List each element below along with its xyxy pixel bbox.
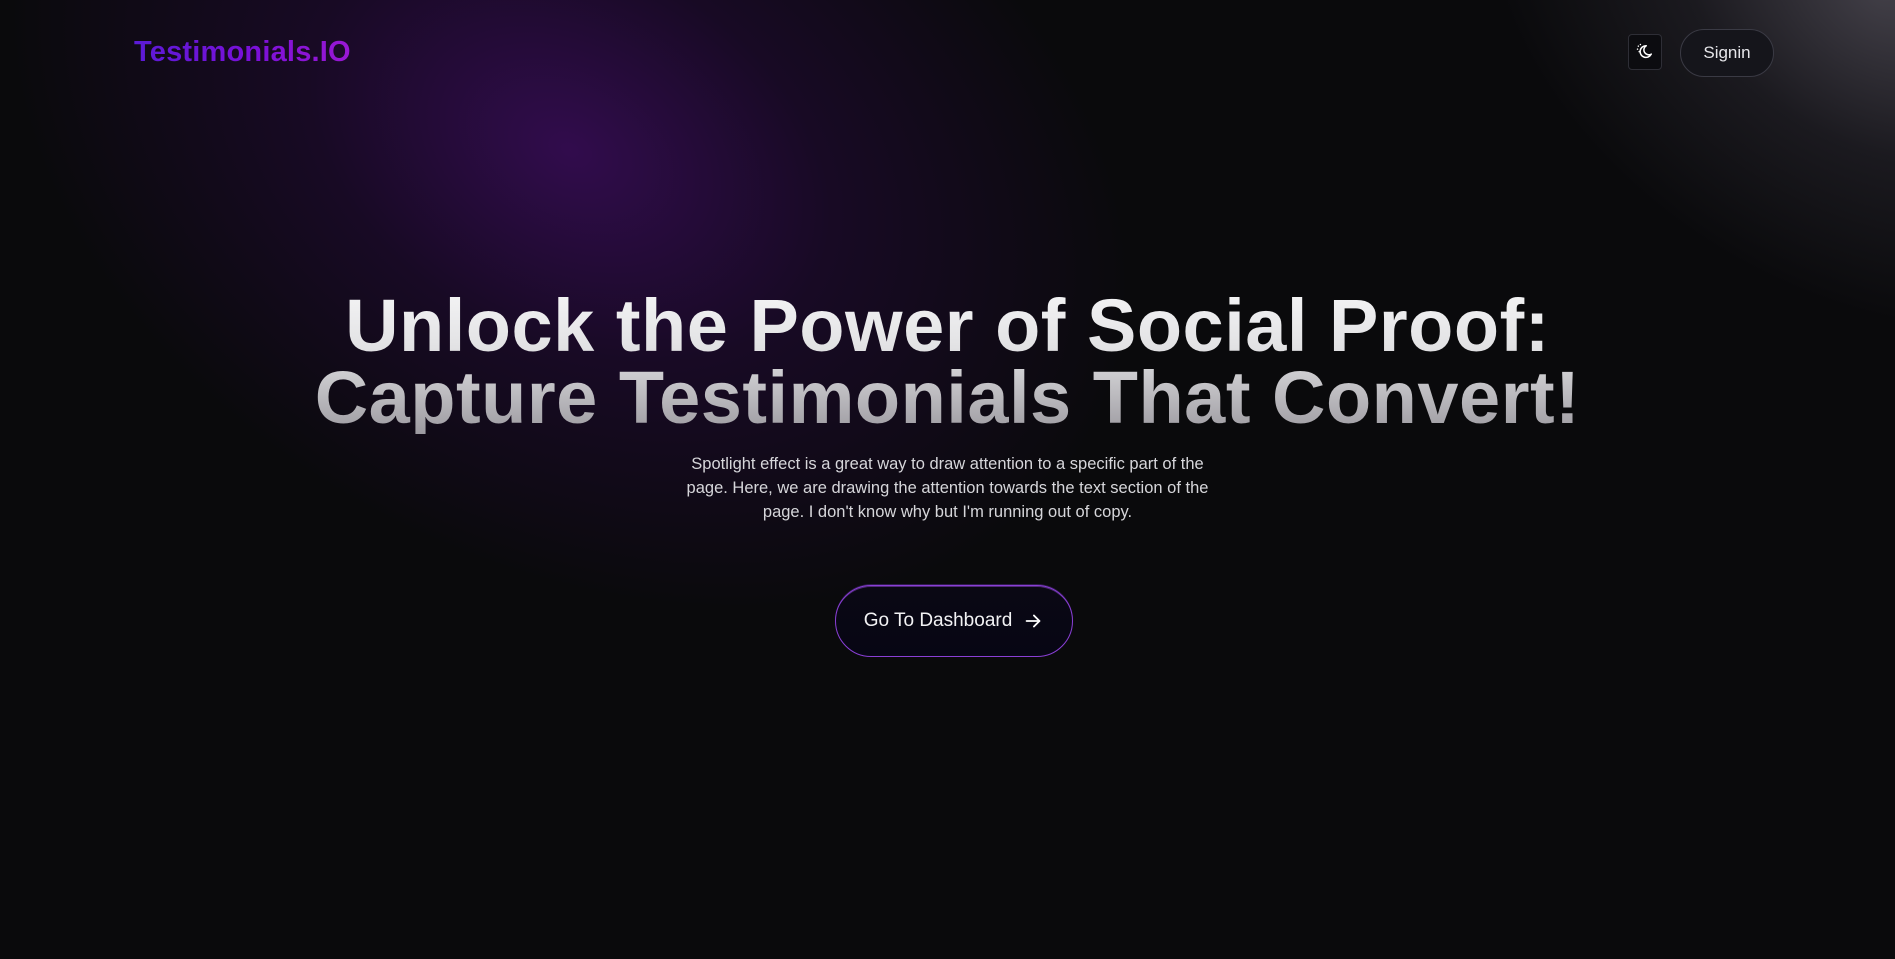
- moon-sun-icon: [1636, 43, 1652, 59]
- theme-toggle-button[interactable]: [1628, 34, 1662, 70]
- signin-button[interactable]: Signin: [1680, 29, 1774, 77]
- go-to-dashboard-label: Go To Dashboard: [863, 610, 1013, 631]
- hero-title-line-1: Unlock the Power of Social Proof:: [345, 284, 1550, 367]
- navbar: Testimonials.IO Signin: [0, 0, 1895, 106]
- hero-section: Unlock the Power of Social Proof: Captur…: [0, 290, 1895, 524]
- hero-title-line-2: Capture Testimonials That Convert!: [314, 356, 1581, 439]
- hero-title: Unlock the Power of Social Proof: Captur…: [0, 290, 1895, 434]
- landing-page: Testimonials.IO Signin Unlock the Power …: [0, 0, 1895, 959]
- hero-subtitle: Spotlight effect is a great way to draw …: [686, 455, 1209, 521]
- go-to-dashboard-button[interactable]: Go To Dashboard: [835, 585, 1073, 657]
- arrow-right-icon: [1025, 614, 1041, 628]
- logo[interactable]: Testimonials.IO: [134, 36, 351, 69]
